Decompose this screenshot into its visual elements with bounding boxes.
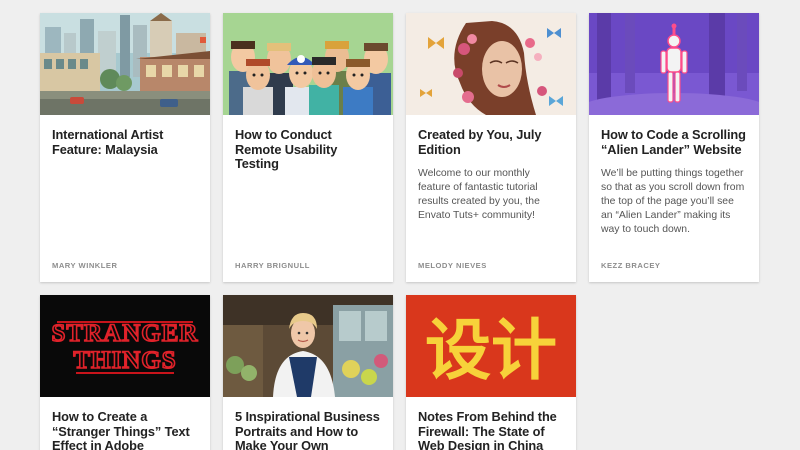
article-excerpt: We’ll be putting things together so that… (601, 168, 745, 235)
things-word: THINGS (73, 347, 176, 374)
article-card[interactable]: 设计 Notes From Behind the Firewall: The S… (406, 295, 576, 450)
article-author[interactable]: KEZZ BRACEY (601, 261, 661, 270)
stranger-things-neon-logo: STRANGER THINGS (40, 295, 210, 397)
malaysia-street-illustration (40, 13, 210, 115)
article-author[interactable]: MARY WINKLER (52, 261, 117, 270)
chinese-design-characters: 设计 (406, 295, 576, 397)
article-author[interactable]: MELODY NIEVES (418, 261, 487, 270)
article-card[interactable]: International Artist Feature: Malaysia M… (40, 13, 210, 282)
cartoon-people-group (223, 13, 393, 115)
article-card[interactable]: Created by You, July Edition Welcome to … (406, 13, 576, 282)
florist-shop-portrait (223, 295, 393, 397)
article-card[interactable]: How to Code a Scrolling “Alien Lander” W… (589, 13, 759, 282)
stranger-word: STRANGER (52, 320, 199, 347)
article-title[interactable]: How to Create a “Stranger Things” Text E… (52, 409, 198, 450)
chinese-characters: 设计 (425, 312, 557, 389)
alien-in-purple-forest (589, 13, 759, 115)
article-title[interactable]: How to Code a Scrolling “Alien Lander” W… (601, 127, 747, 157)
article-thumbnail[interactable]: 设计 (406, 295, 576, 397)
article-title[interactable]: Created by You, July Edition (418, 127, 564, 157)
article-thumbnail[interactable] (589, 13, 759, 115)
article-thumbnail[interactable] (406, 13, 576, 115)
article-thumbnail[interactable]: STRANGER THINGS (40, 295, 210, 397)
article-card[interactable]: STRANGER THINGS How to Create a “Strange… (40, 295, 210, 450)
article-grid: International Artist Feature: Malaysia M… (0, 0, 800, 450)
article-thumbnail[interactable] (40, 13, 210, 115)
article-title[interactable]: 5 Inspirational Business Portraits and H… (235, 409, 381, 450)
article-title[interactable]: How to Conduct Remote Usability Testing (235, 127, 381, 172)
article-title[interactable]: Notes From Behind the Firewall: The Stat… (418, 409, 564, 450)
article-thumbnail[interactable] (223, 13, 393, 115)
article-author[interactable]: HARRY BRIGNULL (235, 261, 310, 270)
article-card[interactable]: How to Conduct Remote Usability Testing … (223, 13, 393, 282)
floral-portrait-with-butterflies (406, 13, 576, 115)
article-card[interactable]: 5 Inspirational Business Portraits and H… (223, 295, 393, 450)
article-excerpt: Welcome to our monthly feature of fantas… (418, 168, 540, 221)
article-thumbnail[interactable] (223, 295, 393, 397)
article-title[interactable]: International Artist Feature: Malaysia (52, 127, 198, 157)
